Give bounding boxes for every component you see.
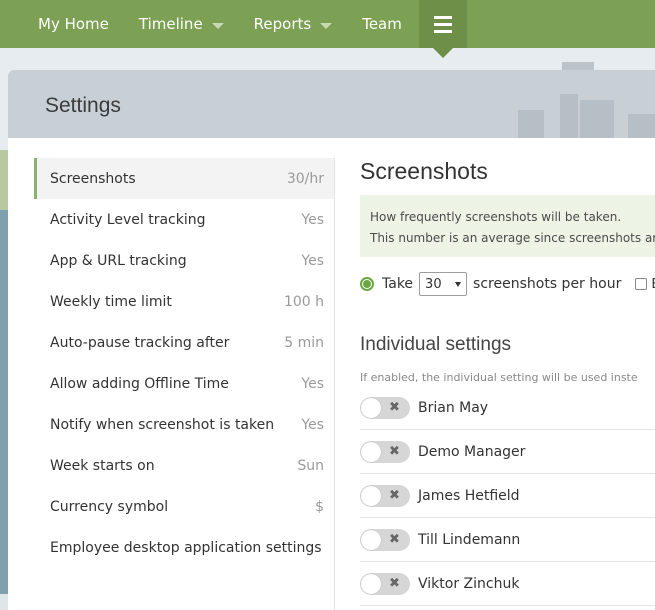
menu-item-value: 5 min <box>284 334 324 351</box>
menu-item-value: 30/hr <box>286 170 324 187</box>
active-pointer <box>432 48 453 58</box>
menu-item-auto-pause[interactable]: Auto-pause tracking after 5 min <box>34 322 334 363</box>
hamburger-menu-button[interactable] <box>418 0 467 58</box>
settings-panel: Settings Screenshots 30/hr Activity Leve… <box>8 70 655 610</box>
individual-settings-title: Individual settings <box>360 334 512 355</box>
menu-item-label: App & URL tracking <box>50 252 187 269</box>
people-list: ✖ Brian May ✖ Demo Manager ✖ James Hetfi… <box>360 386 655 606</box>
close-icon: ✖ <box>389 487 400 503</box>
individual-toggle[interactable]: ✖ <box>360 396 410 419</box>
menu-item-label: Allow adding Offline Time <box>50 375 229 392</box>
individual-toggle[interactable]: ✖ <box>360 484 410 507</box>
individual-toggle[interactable]: ✖ <box>360 440 410 463</box>
take-label: Take <box>382 276 414 292</box>
close-icon: ✖ <box>389 575 400 591</box>
panel-header: Settings <box>8 70 655 138</box>
menu-item-screenshots[interactable]: Screenshots 30/hr <box>34 158 334 199</box>
screenshot-frequency-select[interactable]: 30 <box>419 272 468 296</box>
nav-my-home[interactable]: My Home <box>0 0 124 48</box>
list-item: ✖ Till Lindemann <box>360 518 655 562</box>
close-icon: ✖ <box>389 399 400 415</box>
chevron-down-icon <box>455 281 462 287</box>
menu-item-currency[interactable]: Currency symbol $ <box>34 486 334 527</box>
menu-item-app-url-tracking[interactable]: App & URL tracking Yes <box>34 240 334 281</box>
nav-label: My Home <box>38 15 109 33</box>
info-text: This number is an average since screensh… <box>370 231 655 245</box>
nav-label: Team <box>362 15 402 33</box>
chevron-down-icon <box>211 22 224 29</box>
menu-item-label: Currency symbol <box>50 498 169 515</box>
person-name: Viktor Zinchuk <box>418 575 520 592</box>
chevron-down-icon <box>320 22 333 29</box>
menu-item-week-start[interactable]: Week starts on Sun <box>34 445 334 486</box>
menu-item-value: Yes <box>301 252 324 269</box>
per-hour-label: screenshots per hour <box>473 276 622 292</box>
screenshots-content: Screenshots How frequently screenshots w… <box>360 158 655 610</box>
person-name: Till Lindemann <box>418 531 521 548</box>
close-icon: ✖ <box>389 443 400 459</box>
menu-item-value: Sun <box>297 457 324 474</box>
menu-item-label: Screenshots <box>50 170 136 187</box>
menu-item-label: Weekly time limit <box>50 293 172 310</box>
menu-item-label: Activity Level tracking <box>50 211 206 228</box>
person-name: James Hetfield <box>418 487 520 504</box>
menu-item-value: 100 h <box>283 293 324 310</box>
take-row: Take 30 screenshots per hour B <box>360 272 655 296</box>
info-box: How frequently screenshots will be taken… <box>360 195 655 257</box>
individual-toggle[interactable]: ✖ <box>360 528 410 551</box>
hamburger-icon <box>433 15 452 33</box>
menu-item-value: $ <box>315 498 324 515</box>
menu-item-value: Yes <box>301 211 324 228</box>
nav-timeline[interactable]: Timeline <box>124 0 239 48</box>
section-title: Screenshots <box>360 158 488 184</box>
menu-item-label: Week starts on <box>50 457 155 474</box>
top-nav: My Home Timeline Reports Team <box>0 0 655 58</box>
skyline-decor <box>518 94 655 138</box>
menu-item-notify-screenshot[interactable]: Notify when screenshot is taken Yes <box>34 404 334 445</box>
menu-item-label: Auto-pause tracking after <box>50 334 230 351</box>
blur-checkbox[interactable] <box>635 278 648 290</box>
close-icon: ✖ <box>389 531 400 547</box>
person-name: Demo Manager <box>418 443 526 460</box>
menu-item-weekly-limit[interactable]: Weekly time limit 100 h <box>34 281 334 322</box>
list-item: ✖ James Hetfield <box>360 474 655 518</box>
individual-settings-desc: If enabled, the individual setting will … <box>360 371 638 384</box>
menu-item-desktop-app[interactable]: Employee desktop application settings <box>34 527 334 568</box>
menu-item-value: Yes <box>301 416 324 433</box>
list-item: ✖ Viktor Zinchuk <box>360 562 655 606</box>
nav-label: Timeline <box>138 15 203 33</box>
menu-item-label: Notify when screenshot is taken <box>50 416 275 433</box>
info-text: How frequently screenshots will be taken… <box>370 210 622 224</box>
take-radio[interactable] <box>360 277 374 291</box>
menu-item-value: Yes <box>301 375 324 392</box>
nav-team[interactable]: Team <box>347 0 417 48</box>
menu-item-offline-time[interactable]: Allow adding Offline Time Yes <box>34 363 334 404</box>
menu-item-label: Employee desktop application settings <box>50 539 322 556</box>
nav-reports[interactable]: Reports <box>239 0 348 48</box>
settings-menu: Screenshots 30/hr Activity Level trackin… <box>34 158 335 610</box>
select-value: 30 <box>425 276 442 292</box>
list-item: ✖ Brian May <box>360 386 655 430</box>
panel-body: Screenshots 30/hr Activity Level trackin… <box>14 138 655 610</box>
individual-toggle[interactable]: ✖ <box>360 572 410 595</box>
list-item: ✖ Demo Manager <box>360 430 655 474</box>
checkbox-label: B <box>651 277 655 292</box>
page-title: Settings <box>45 94 121 117</box>
nav-label: Reports <box>253 15 312 33</box>
menu-item-activity-level[interactable]: Activity Level tracking Yes <box>34 199 334 240</box>
person-name: Brian May <box>418 399 489 416</box>
